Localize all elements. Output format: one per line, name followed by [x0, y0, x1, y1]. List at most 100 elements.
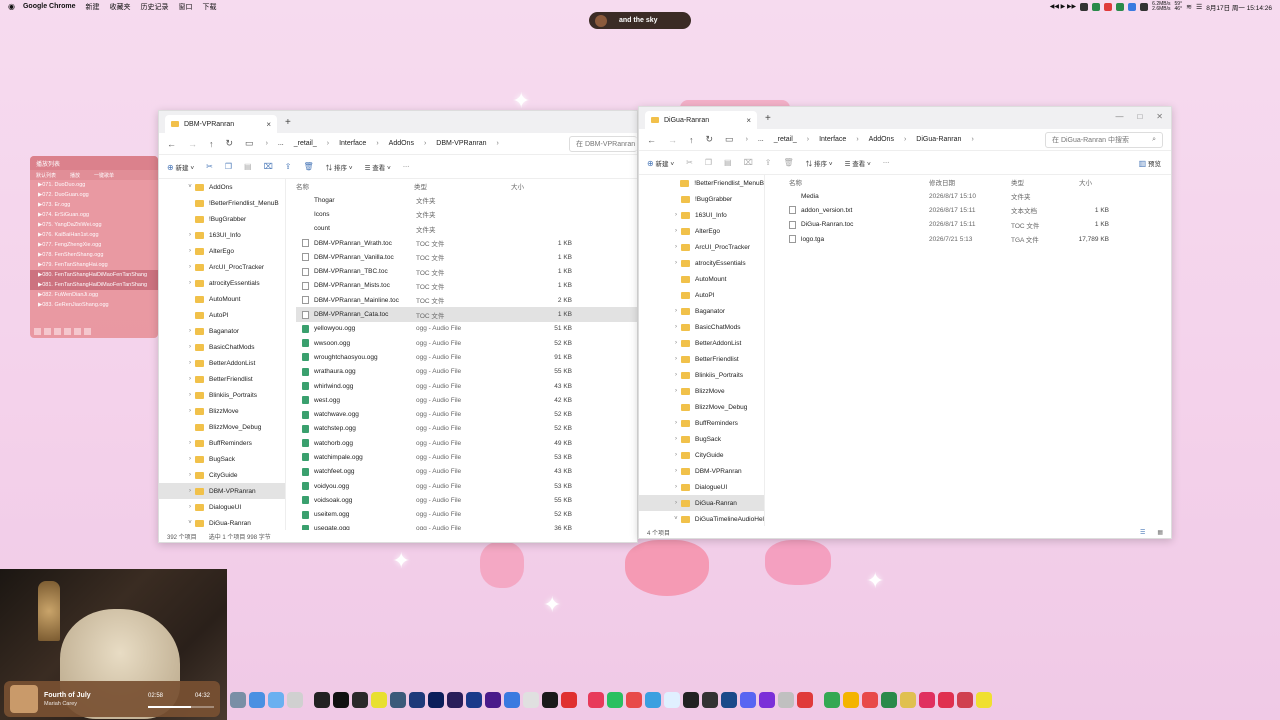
playlist-item[interactable]: ▶ 079. FenTanShangHai.ogg — [30, 260, 158, 270]
playlist-item[interactable]: ▶ 072. DuoGuan.ogg — [30, 190, 158, 200]
dock-app-icon[interactable] — [542, 692, 558, 708]
chevron-icon[interactable]: › — [185, 280, 195, 286]
dock-app-icon[interactable] — [523, 692, 539, 708]
tree-item[interactable]: !BugGrabber — [159, 211, 285, 227]
close-window-icon[interactable]: ✕ — [1156, 112, 1163, 121]
tree-item[interactable]: › ArcUI_ProcTracker — [639, 239, 764, 255]
file-row[interactable]: wrathaura.ogg ogg - Audio File 55 KB — [296, 365, 637, 379]
breadcrumb-item[interactable]: DiGua-Ranran — [916, 136, 961, 143]
breadcrumb-item[interactable]: AddOns — [869, 136, 894, 143]
tree-item[interactable]: › DialogueUI — [639, 479, 764, 495]
dock-app-icon[interactable] — [862, 692, 878, 708]
apple-icon[interactable]: ◉ — [8, 2, 15, 11]
file-row[interactable]: DBM-VPRanran_Mists.toc TOC 文件 1 KB — [296, 279, 637, 293]
details-view-icon[interactable]: ☰ — [1140, 529, 1145, 536]
column-header[interactable]: 修改日期 — [929, 177, 1011, 187]
chevron-icon[interactable]: › — [185, 360, 195, 366]
chevron-icon[interactable]: ˅ — [185, 184, 195, 190]
tree-item[interactable]: AutoMount — [639, 271, 764, 287]
forward-icon[interactable]: → — [188, 139, 197, 149]
dock-app-icon[interactable] — [371, 692, 387, 708]
playlist-item[interactable]: ▶ 074. ErSiGuan.ogg — [30, 210, 158, 220]
dock-app-icon[interactable] — [268, 692, 284, 708]
chevron-icon[interactable]: › — [671, 228, 681, 234]
tree-item[interactable]: › BasicChatMods — [159, 339, 285, 355]
monitor-icon[interactable]: ▭ — [245, 138, 254, 149]
chevron-icon[interactable]: › — [185, 328, 195, 334]
dock-app-icon[interactable] — [333, 692, 349, 708]
tree-item[interactable]: › AlterEgo — [159, 243, 285, 259]
dock-app-icon[interactable] — [683, 692, 699, 708]
menu-item-new[interactable]: 新建 — [86, 2, 100, 12]
file-row[interactable]: wroughtchaosyou.ogg ogg - Audio File 91 KB — [296, 350, 637, 364]
refresh-icon[interactable]: ↻ — [226, 138, 234, 149]
file-row[interactable]: DBM-VPRanran_Vanilla.toc TOC 文件 1 KB — [296, 250, 637, 264]
playlist-item[interactable]: ▶ 081. FenTanShangHaiDiMaoFenTanShang — [30, 280, 158, 290]
chevron-icon[interactable]: › — [671, 324, 681, 330]
chevron-icon[interactable]: › — [671, 484, 681, 490]
tree-item[interactable]: › CityGuide — [159, 467, 285, 483]
view-button[interactable]: ☰ 查看 ˅ — [365, 162, 391, 172]
file-row[interactable]: useqate.ogg ogg - Audio File 36 KB — [296, 522, 637, 530]
sort-button[interactable]: ⇅ 排序 ˅ — [806, 158, 833, 168]
dock-app-icon[interactable] — [740, 692, 756, 708]
dock-app-icon[interactable] — [778, 692, 794, 708]
chevron-icon[interactable]: › — [185, 440, 195, 446]
close-tab-icon[interactable]: × — [746, 116, 751, 125]
playlist-item[interactable]: ▶ 080. FenTanShangHaiDiMaoFenTanShang — [30, 270, 158, 280]
tree-item[interactable]: AutoPI — [159, 307, 285, 323]
file-row[interactable]: whirlwind.ogg ogg - Audio File 43 KB — [296, 379, 637, 393]
share-icon[interactable]: ⇪ — [765, 158, 772, 167]
column-header[interactable]: 名称 — [296, 181, 414, 191]
tree-item[interactable]: ˅ AddOns — [159, 179, 285, 195]
dock-app-icon[interactable] — [249, 692, 265, 708]
new-tab-button[interactable]: + — [285, 117, 291, 128]
tree-item[interactable]: › BetterFriendlist — [159, 371, 285, 387]
dock-app-icon[interactable] — [447, 692, 463, 708]
rename-icon[interactable]: ⌧ — [264, 162, 273, 171]
tree-item[interactable]: › BlizzMove — [159, 403, 285, 419]
paste-icon[interactable]: ▤ — [724, 158, 732, 167]
dock-app-icon[interactable] — [721, 692, 737, 708]
column-header[interactable]: 大小 — [511, 181, 571, 191]
more-icon[interactable]: ··· — [403, 163, 410, 170]
chevron-icon[interactable]: › — [671, 340, 681, 346]
tree-item[interactable]: › BugSack — [159, 451, 285, 467]
chevron-icon[interactable]: › — [185, 248, 195, 254]
back-icon[interactable]: ← — [167, 139, 176, 149]
playlist-item[interactable]: ▶ 078. FenShenShang.ogg — [30, 250, 158, 260]
dock-app-icon[interactable] — [843, 692, 859, 708]
chevron-icon[interactable]: › — [185, 456, 195, 462]
tree-item[interactable]: › DialogueUI — [159, 499, 285, 515]
tree-item[interactable]: !BetterFriendlist_MenuB — [639, 175, 764, 191]
playlist-item[interactable]: ▶ 077. FengZhengXie.ogg — [30, 240, 158, 250]
monitor-icon[interactable]: ▭ — [725, 134, 734, 145]
dock-app-icon[interactable] — [881, 692, 897, 708]
dock-app-icon[interactable] — [957, 692, 973, 708]
dock-app-icon[interactable] — [976, 692, 992, 708]
playlist-item[interactable]: ▶ 073. Er.ogg — [30, 200, 158, 210]
tree-item[interactable]: › 163UI_Info — [159, 227, 285, 243]
tree-item[interactable]: ˅ DiGua-Ranran — [159, 515, 285, 530]
column-header[interactable]: 类型 — [1011, 177, 1079, 187]
back-icon[interactable]: ← — [647, 135, 656, 145]
tree-item[interactable]: › BasicChatMods — [639, 319, 764, 335]
dock-app-icon[interactable] — [797, 692, 813, 708]
dock-app-icon[interactable] — [664, 692, 680, 708]
dock-app-icon[interactable] — [428, 692, 444, 708]
tree-item[interactable]: BlizzMove_Debug — [159, 419, 285, 435]
dock-app-icon[interactable] — [287, 692, 303, 708]
tree-item[interactable]: › atrocityEssentials — [639, 255, 764, 271]
playlist-item[interactable]: ▶ 082. FuWenDianJi.ogg — [30, 290, 158, 300]
tree-item[interactable]: › BugSack — [639, 431, 764, 447]
chevron-icon[interactable]: › — [185, 504, 195, 510]
dock-app-icon[interactable] — [504, 692, 520, 708]
chevron-icon[interactable]: › — [185, 408, 195, 414]
search-input[interactable]: 在 DBM-VPRanran 中 — [569, 135, 637, 152]
file-row[interactable]: Icons 文件夹 — [296, 207, 637, 221]
wifi-icon[interactable]: ≋ — [1186, 3, 1192, 11]
playlist-button[interactable] — [54, 328, 61, 335]
chevron-icon[interactable]: › — [671, 388, 681, 394]
playlist-tab[interactable]: 一键歌单 — [94, 172, 114, 179]
new-button[interactable]: ⊕ 新建 ˅ — [647, 158, 674, 168]
